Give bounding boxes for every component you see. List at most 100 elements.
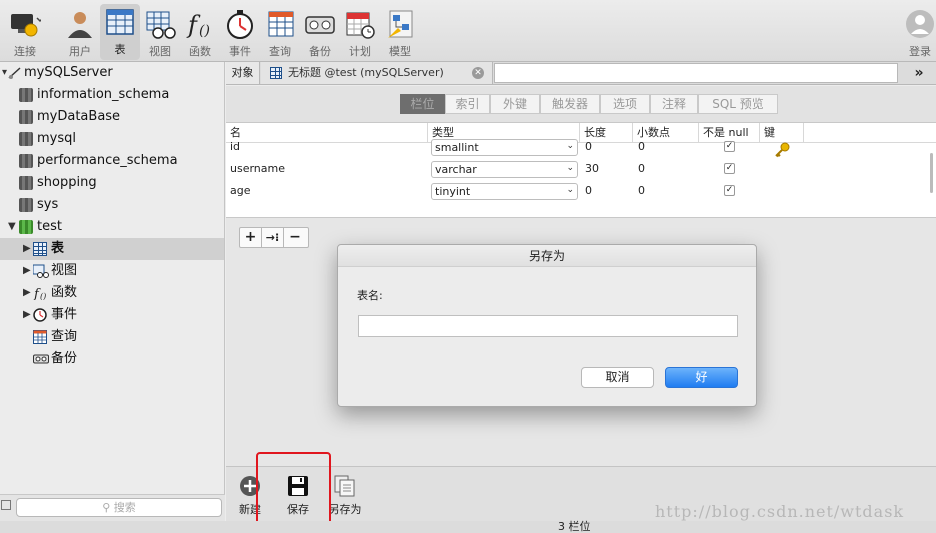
schedule-icon <box>344 8 376 40</box>
cancel-button[interactable]: 取消 <box>581 367 654 388</box>
field-name[interactable]: id <box>230 136 240 158</box>
login-button[interactable]: 登录 <box>900 6 936 60</box>
tree-database[interactable]: shopping <box>0 172 224 194</box>
tab-bar: 对象 无标题 @test (mySQLServer) ✕ » <box>226 62 936 85</box>
table-row[interactable]: id smallint ⌄ 0 0 ✓ <box>226 136 926 158</box>
database-label: shopping <box>37 175 97 190</box>
svg-text:(): () <box>199 23 210 39</box>
insert-field-button[interactable]: →⁝ <box>262 228 284 247</box>
field-decimals[interactable]: 0 <box>638 136 645 158</box>
function-icon: f() <box>33 286 47 302</box>
primary-key-icon <box>774 142 790 158</box>
field-buttons: + →⁝ − <box>239 227 309 248</box>
toolbar-function-button[interactable]: f() 函数 <box>180 6 220 60</box>
table-icon <box>104 6 136 38</box>
field-type-value: tinyint <box>435 185 471 198</box>
database-label: information_schema <box>37 87 170 102</box>
toolbar-backup-button[interactable]: 备份 <box>300 6 340 60</box>
tree-views[interactable]: ▶ 视图 <box>0 260 224 282</box>
sidebar-toggle-icon[interactable] <box>1 500 11 510</box>
save-as-dialog: 另存为 表名: 取消 好 <box>337 244 757 407</box>
toolbar-event-button[interactable]: 事件 <box>220 6 260 60</box>
segment-options[interactable]: 选项 <box>600 94 650 114</box>
tree-database-test[interactable]: ▼ test <box>0 216 224 238</box>
tree-server[interactable]: ▾ mySQLServer <box>0 62 224 84</box>
table-row[interactable]: username varchar ⌄ 30 0 ✓ <box>226 158 926 180</box>
field-type-select[interactable]: tinyint ⌄ <box>431 183 578 200</box>
ok-button[interactable]: 好 <box>665 367 738 388</box>
toolbar-schedule-button[interactable]: 计划 <box>340 6 380 60</box>
field-type-select[interactable]: varchar ⌄ <box>431 161 578 178</box>
not-null-checkbox[interactable]: ✓ <box>724 185 735 196</box>
database-label: performance_schema <box>37 153 178 168</box>
database-label: mysql <box>37 131 76 146</box>
tree-database[interactable]: information_schema <box>0 84 224 106</box>
toolbar-model-button[interactable]: 模型 <box>380 6 420 60</box>
tree-database[interactable]: myDataBase <box>0 106 224 128</box>
tree-events[interactable]: ▶ 事件 <box>0 304 224 326</box>
segment-comments[interactable]: 注释 <box>650 94 698 114</box>
field-type-select[interactable]: smallint ⌄ <box>431 139 578 156</box>
remove-field-button[interactable]: − <box>284 228 306 247</box>
field-name[interactable]: age <box>230 180 251 202</box>
watermark: http://blog.csdn.net/wtdask <box>655 502 905 521</box>
tab-untitled-table[interactable]: 无标题 @test (mySQLServer) <box>261 62 493 84</box>
table-name-input[interactable] <box>358 315 738 337</box>
sidebar-search-input[interactable]: ⚲ 搜索 <box>16 498 222 517</box>
field-length[interactable]: 30 <box>585 158 599 180</box>
field-length[interactable]: 0 <box>585 180 592 202</box>
toolbar-user-button[interactable]: 用户 <box>60 6 100 60</box>
disclosure-closed-icon[interactable]: ▶ <box>23 282 31 304</box>
tree-database[interactable]: performance_schema <box>0 150 224 172</box>
segment-indexes[interactable]: 索引 <box>445 94 490 114</box>
database-icon <box>19 198 33 212</box>
disclosure-open-icon[interactable]: ▾ <box>2 62 7 84</box>
tree-label: 备份 <box>51 351 78 366</box>
segment-foreign-keys[interactable]: 外键 <box>490 94 540 114</box>
table-row[interactable]: age tinyint ⌄ 0 0 ✓ <box>226 180 926 202</box>
field-length[interactable]: 0 <box>585 136 592 158</box>
function-icon: f() <box>184 8 216 40</box>
database-icon <box>19 176 33 190</box>
view-icon <box>144 8 176 40</box>
toolbar-view-button[interactable]: 视图 <box>140 6 180 60</box>
dialog-title: 另存为 <box>338 245 756 267</box>
connection-icon <box>9 8 44 40</box>
tree-queries[interactable]: 查询 <box>0 326 224 348</box>
field-decimals[interactable]: 0 <box>638 158 645 180</box>
tree-database[interactable]: sys <box>0 194 224 216</box>
avatar-icon <box>904 8 936 40</box>
disclosure-open-icon[interactable]: ▼ <box>8 216 16 238</box>
chevron-down-icon: ⌄ <box>566 163 574 173</box>
disclosure-closed-icon[interactable]: ▶ <box>23 304 31 326</box>
save-as-icon <box>334 475 356 497</box>
field-decimals[interactable]: 0 <box>638 180 645 202</box>
chevron-down-icon: ⌄ <box>566 185 574 195</box>
disclosure-closed-icon[interactable]: ▶ <box>23 238 31 260</box>
segment-sql-preview[interactable]: SQL 预览 <box>698 94 778 114</box>
grid-scrollbar[interactable] <box>930 153 933 193</box>
segment-fields[interactable]: 栏位 <box>400 94 445 114</box>
field-name[interactable]: username <box>230 158 285 180</box>
tree-label: 查询 <box>51 329 78 344</box>
not-null-checkbox[interactable]: ✓ <box>724 141 735 152</box>
not-null-checkbox[interactable]: ✓ <box>724 163 735 174</box>
toolbar-connection-button[interactable]: 连接 <box>5 6 45 60</box>
toolbar-table-button[interactable]: 表 <box>100 4 140 60</box>
segment-triggers[interactable]: 触发器 <box>540 94 600 114</box>
add-field-button[interactable]: + <box>240 228 262 247</box>
tree-functions[interactable]: ▶ f() 函数 <box>0 282 224 304</box>
toolbar-label: 视图 <box>149 45 171 58</box>
toolbar-query-button[interactable]: 查询 <box>260 6 300 60</box>
tab-close-icon[interactable]: ✕ <box>472 67 484 79</box>
tree-backups[interactable]: 备份 <box>0 348 224 370</box>
tree-database[interactable]: mysql <box>0 128 224 150</box>
tab-objects[interactable]: 对象 <box>226 62 260 84</box>
field-type-value: varchar <box>435 163 477 176</box>
disclosure-closed-icon[interactable]: ▶ <box>23 260 31 282</box>
tree-label: 函数 <box>51 285 78 300</box>
tab-overflow-button[interactable]: » <box>902 62 936 84</box>
connection-sidebar: ▾ mySQLServer information_schema myDataB… <box>0 62 225 521</box>
toolbar-label: 模型 <box>389 45 411 58</box>
tree-tables[interactable]: ▶ 表 <box>0 238 224 260</box>
